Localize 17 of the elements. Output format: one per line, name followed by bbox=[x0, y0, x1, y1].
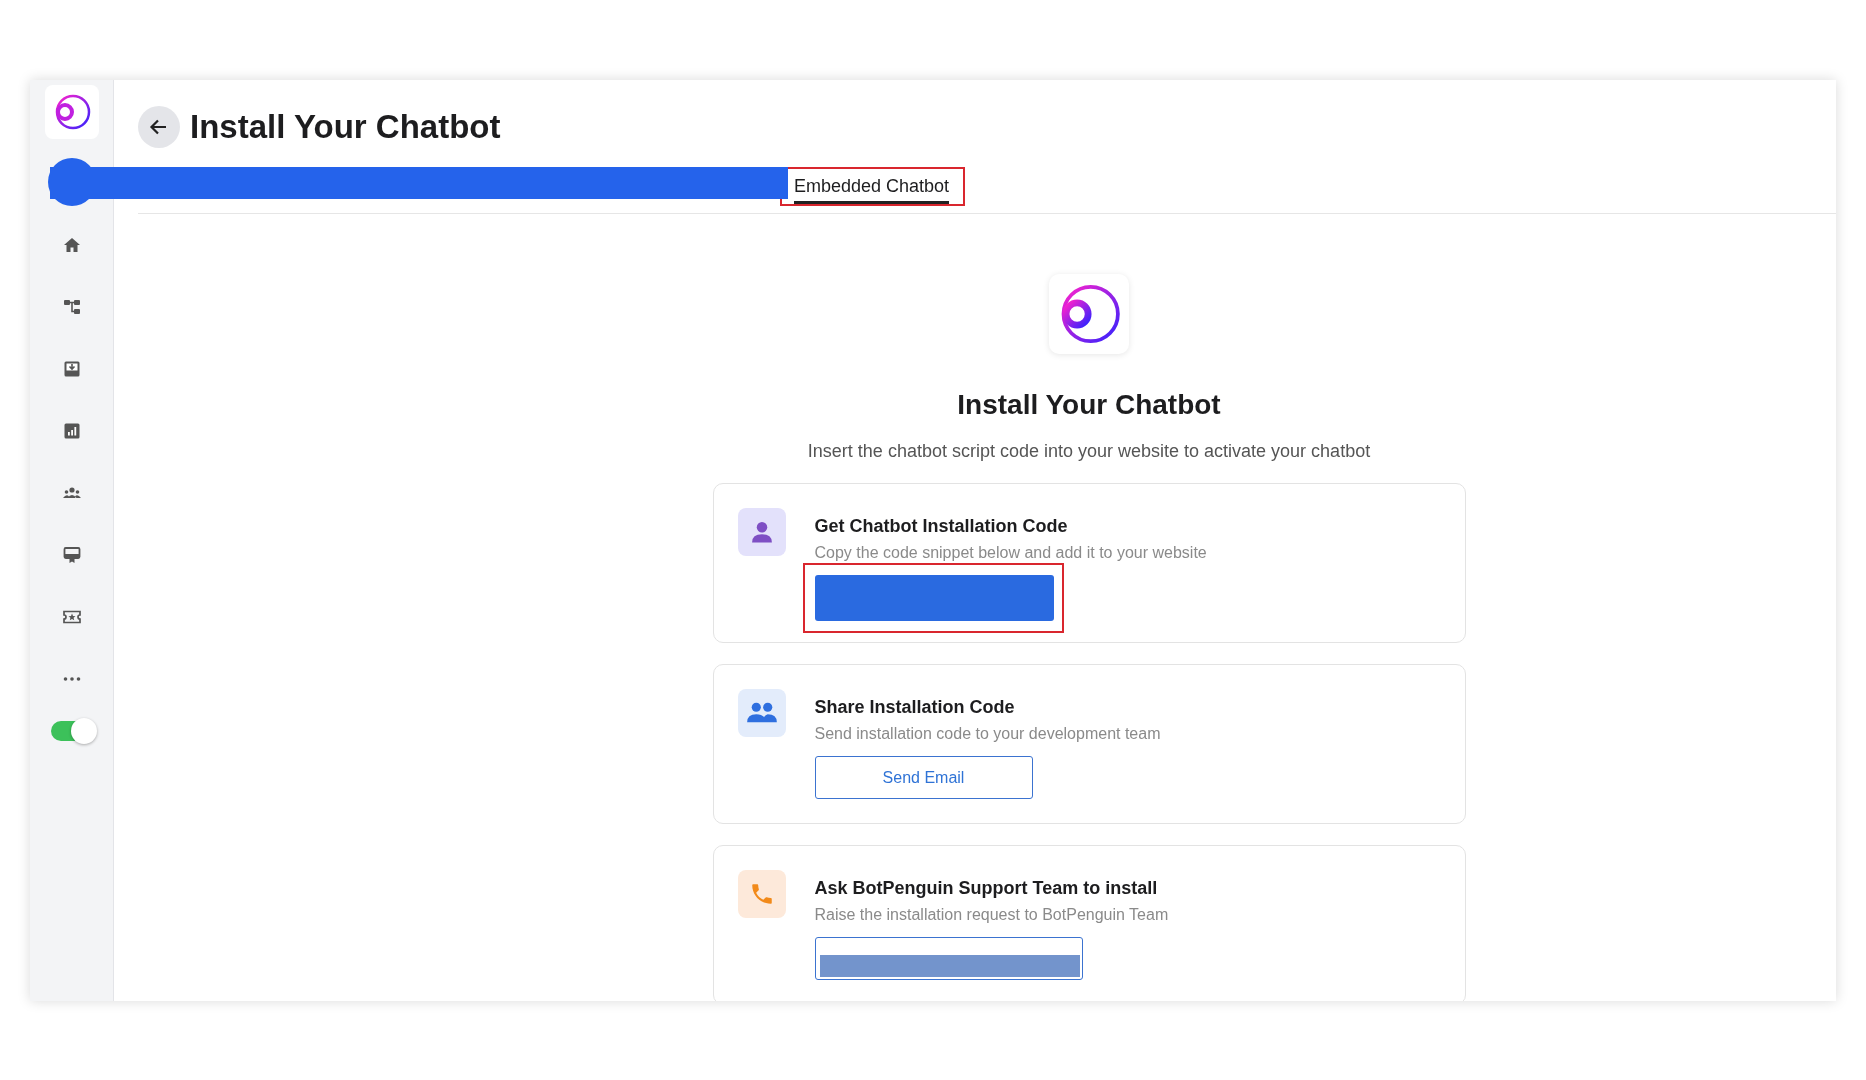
card-title: Get Chatbot Installation Code bbox=[814, 516, 1068, 537]
tab[interactable]: Embedded Chatbot bbox=[794, 169, 950, 204]
send-email-button[interactable]: Send Email bbox=[814, 756, 1033, 799]
certificate-icon[interactable] bbox=[61, 545, 82, 565]
card-description: Raise the installation request to BotPenguin Team bbox=[814, 906, 1169, 924]
card-title: Ask BotPenguin Support Team to install bbox=[814, 878, 1158, 899]
back-button[interactable] bbox=[138, 106, 180, 148]
section-title: Install Your Chatbot bbox=[957, 389, 1221, 421]
section-subtitle: Insert the chatbot script code into your website to activate your chatbot bbox=[807, 441, 1371, 462]
redacted-button[interactable] bbox=[814, 937, 1083, 980]
logo-icon bbox=[1049, 274, 1129, 354]
card-description: Send installation code to your development team bbox=[814, 725, 1161, 743]
flow-icon[interactable] bbox=[61, 297, 82, 317]
logo-icon[interactable] bbox=[44, 85, 99, 139]
card-description: Copy the code snippet below and add it to your website bbox=[814, 544, 1207, 562]
page-title: Install Your Chatbot bbox=[190, 108, 501, 146]
card-title: Share Installation Code bbox=[814, 697, 1015, 718]
